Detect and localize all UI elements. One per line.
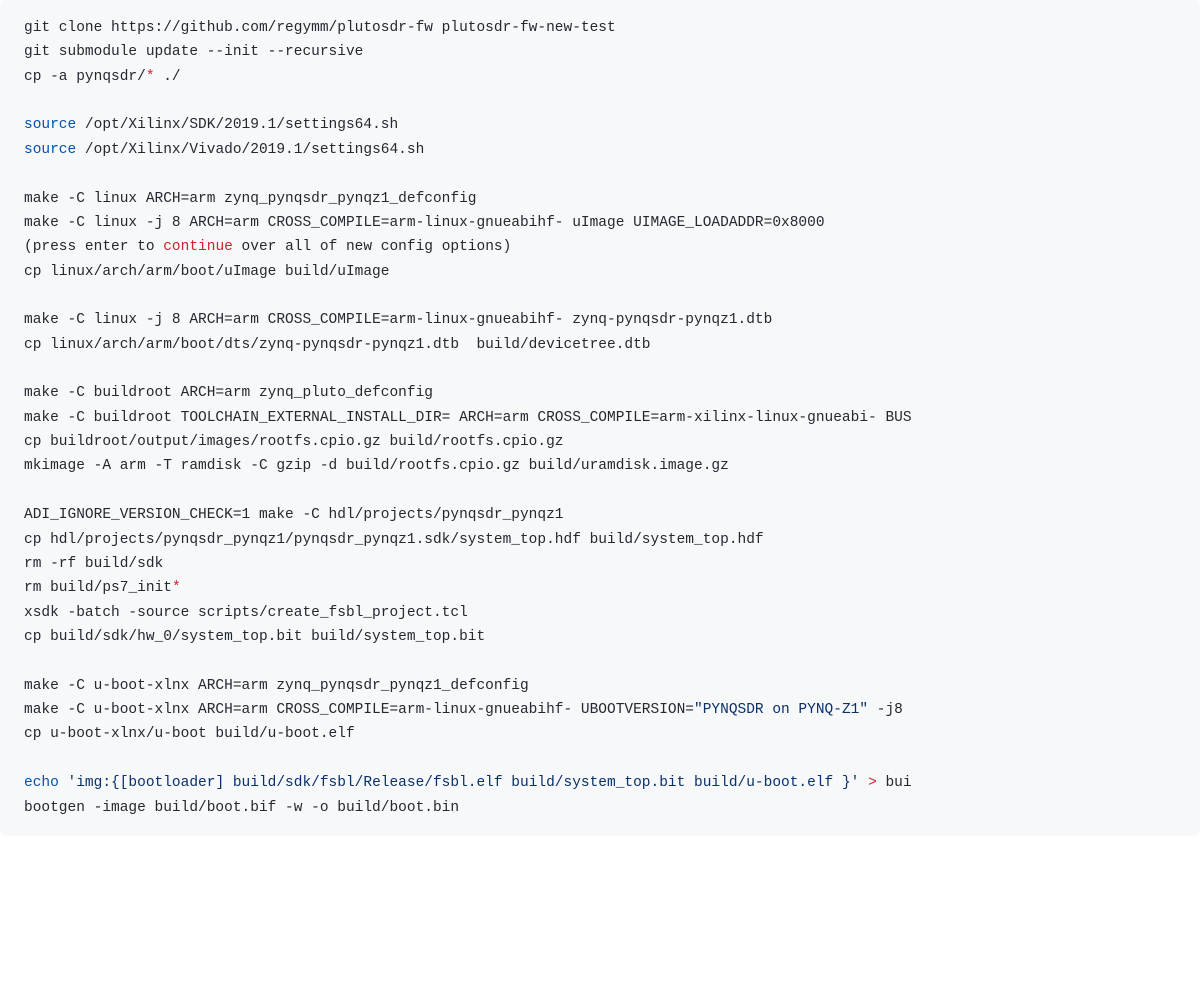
code-line: (press enter to continue over all of new…: [24, 239, 511, 255]
code-line: cp linux/arch/arm/boot/uImage build/uIma…: [24, 264, 389, 280]
code-line: make -C linux -j 8 ARCH=arm CROSS_COMPIL…: [24, 215, 825, 231]
code-line: rm -rf build/sdk: [24, 556, 163, 572]
code-line: make -C u-boot-xlnx ARCH=arm CROSS_COMPI…: [24, 702, 903, 718]
code-line: cp hdl/projects/pynqsdr_pynqz1/pynqsdr_p…: [24, 532, 764, 548]
code-line: bootgen -image build/boot.bif -w -o buil…: [24, 800, 459, 816]
code-line: make -C linux -j 8 ARCH=arm CROSS_COMPIL…: [24, 312, 772, 328]
code-line: rm build/ps7_init*: [24, 580, 181, 596]
code-line: source /opt/Xilinx/Vivado/2019.1/setting…: [24, 142, 424, 158]
code-line: git clone https://github.com/regymm/plut…: [24, 20, 616, 36]
code-line: cp -a pynqsdr/* ./: [24, 69, 181, 85]
code-line: mkimage -A arm -T ramdisk -C gzip -d bui…: [24, 458, 729, 474]
code-line: xsdk -batch -source scripts/create_fsbl_…: [24, 605, 468, 621]
code-line: cp buildroot/output/images/rootfs.cpio.g…: [24, 434, 564, 450]
code-block: git clone https://github.com/regymm/plut…: [0, 0, 1200, 836]
code-line: make -C buildroot ARCH=arm zynq_pluto_de…: [24, 385, 433, 401]
code-line: make -C u-boot-xlnx ARCH=arm zynq_pynqsd…: [24, 678, 529, 694]
code-line: git submodule update --init --recursive: [24, 44, 363, 60]
code-line: cp linux/arch/arm/boot/dts/zynq-pynqsdr-…: [24, 337, 651, 353]
code-line: source /opt/Xilinx/SDK/2019.1/settings64…: [24, 117, 398, 133]
code-line: cp build/sdk/hw_0/system_top.bit build/s…: [24, 629, 485, 645]
code-line: cp u-boot-xlnx/u-boot build/u-boot.elf: [24, 726, 355, 742]
code-line: make -C linux ARCH=arm zynq_pynqsdr_pynq…: [24, 191, 476, 207]
code-line: echo 'img:{[bootloader] build/sdk/fsbl/R…: [24, 775, 912, 791]
code-line: make -C buildroot TOOLCHAIN_EXTERNAL_INS…: [24, 410, 912, 426]
code-line: ADI_IGNORE_VERSION_CHECK=1 make -C hdl/p…: [24, 507, 564, 523]
